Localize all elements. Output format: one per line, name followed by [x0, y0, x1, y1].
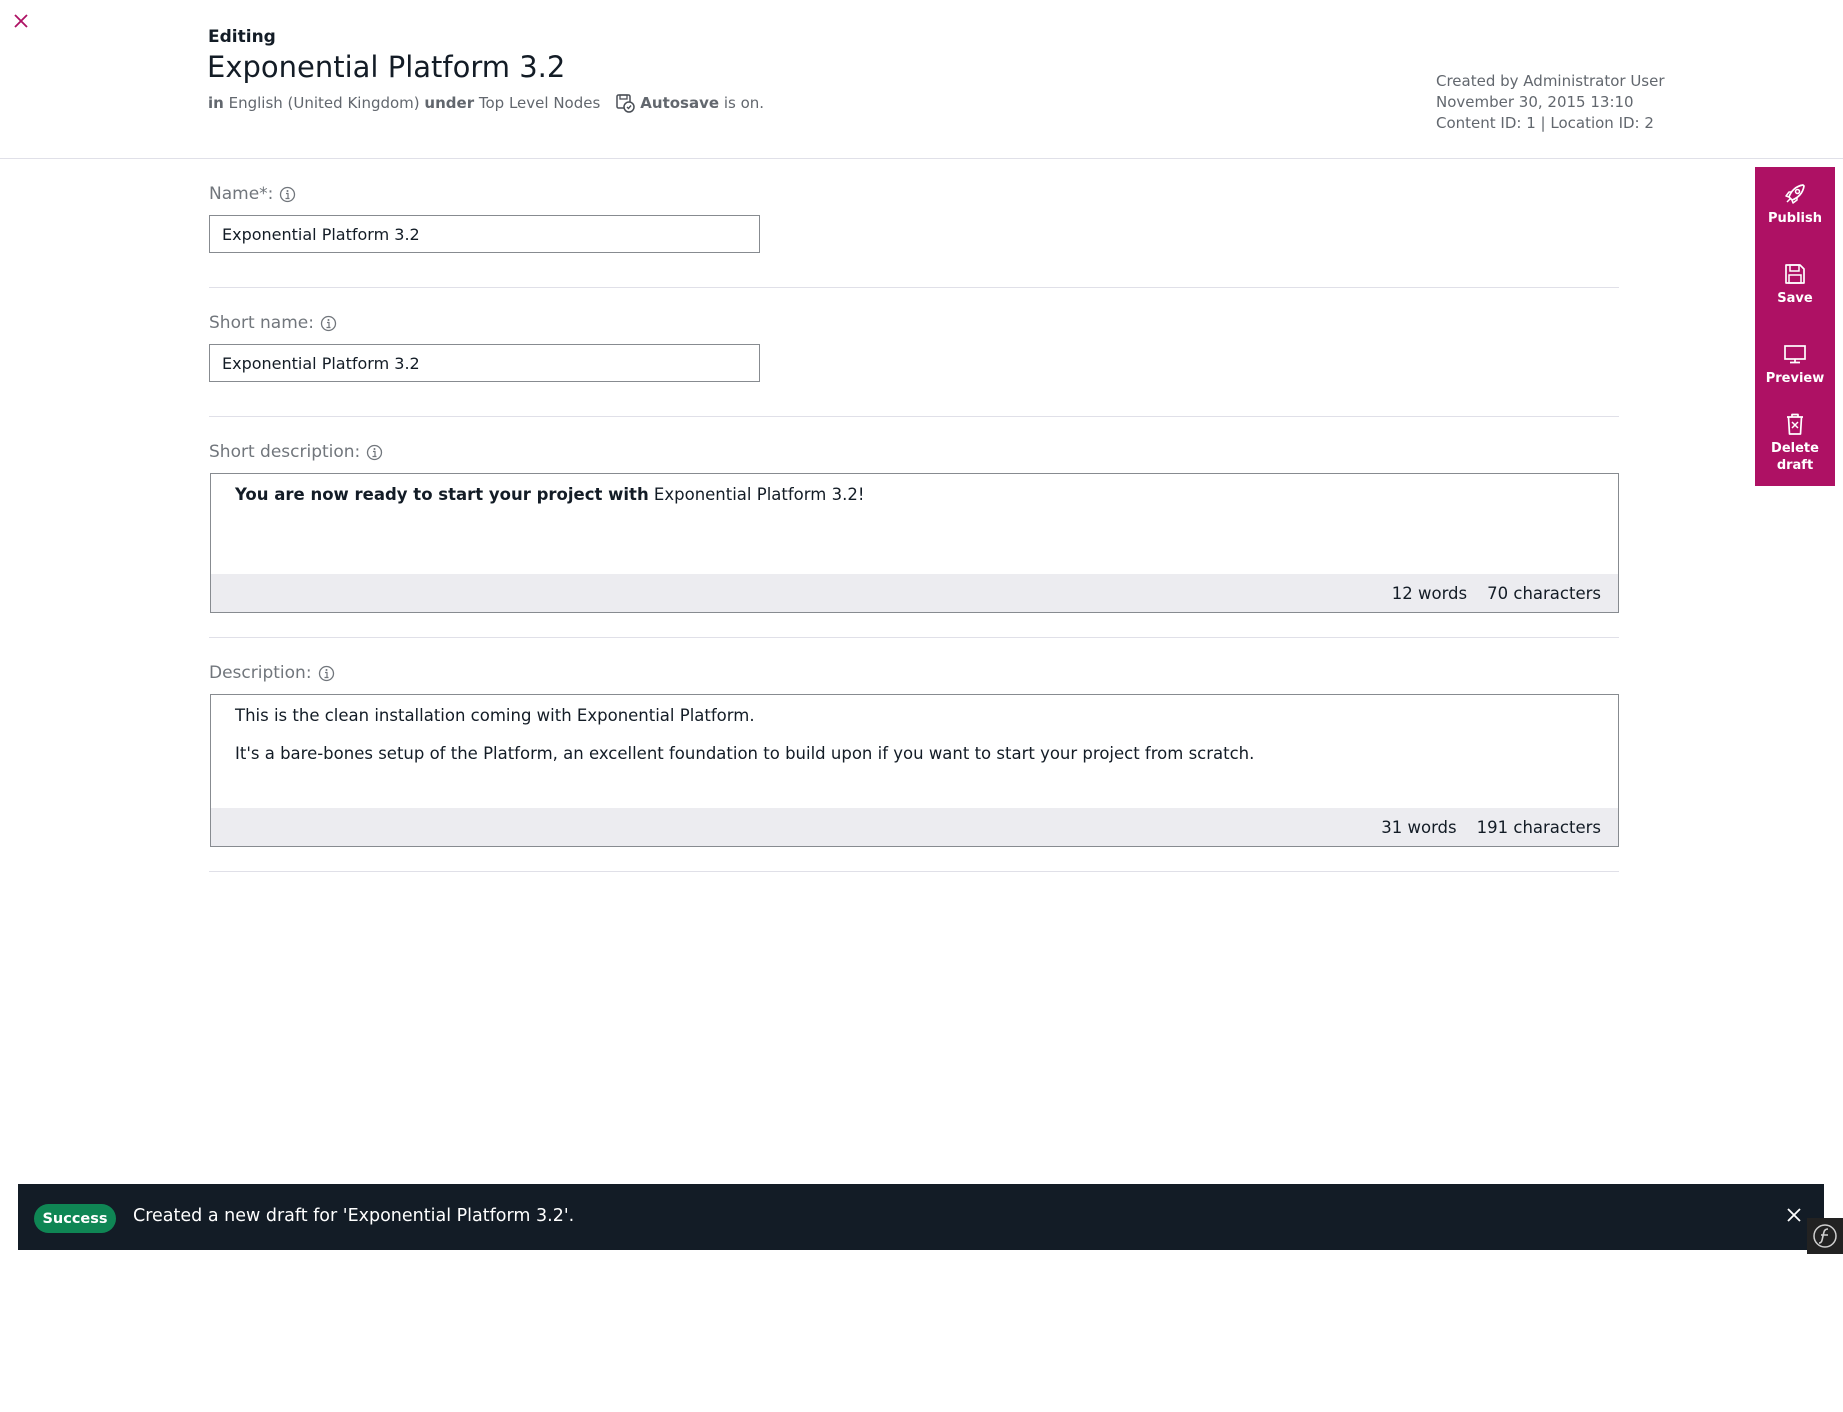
description-counter: 31 words 191 characters [211, 808, 1618, 846]
notification-message: Created a new draft for 'Exponential Pla… [133, 1206, 575, 1226]
created-date-text: November 30, 2015 13:10 [1436, 93, 1634, 111]
short-description-bold-text: You are now ready to start your project … [235, 485, 649, 504]
description-editor[interactable]: This is the clean installation coming wi… [210, 694, 1619, 847]
info-icon[interactable] [318, 665, 335, 682]
save-label: Save [1777, 291, 1813, 306]
autosave-icon [616, 94, 636, 113]
delete-label-line: Delete [1771, 441, 1819, 456]
close-notification-icon[interactable] [1782, 1203, 1806, 1227]
editing-label: Editing [208, 27, 276, 47]
notification-toast: Success Created a new draft for 'Exponen… [18, 1184, 1824, 1250]
trash-icon [1787, 413, 1803, 435]
symfony-icon[interactable] [1807, 1218, 1843, 1254]
page-title: Exponential Platform 3.2 [207, 50, 566, 84]
short-description-counter: 12 words 70 characters [211, 574, 1618, 612]
language-text: English (United Kingdom) [228, 94, 420, 112]
short-name-label-text: Short name: [209, 313, 314, 333]
short-description-content[interactable]: You are now ready to start your project … [211, 474, 1618, 504]
header-divider [0, 158, 1843, 159]
info-icon[interactable] [366, 444, 383, 461]
floppy-disk-icon [1785, 264, 1805, 284]
name-label-text: Name*: [209, 184, 274, 204]
short-description-label-text: Short description: [209, 442, 361, 462]
short-description-editor[interactable]: You are now ready to start your project … [210, 473, 1619, 613]
action-sidebar: Publish Save Preview Delete draft [1755, 167, 1835, 486]
field-divider [209, 416, 1619, 417]
short-description-text: Exponential Platform 3.2! [648, 485, 865, 504]
preview-label: Preview [1765, 371, 1825, 386]
rocket-icon [1785, 184, 1805, 204]
location-text: Top Level Nodes [478, 94, 601, 112]
delete-label-line: draft [1776, 458, 1814, 473]
field-divider [209, 287, 1619, 288]
monitor-icon [1784, 345, 1806, 364]
content-meta-line: in English (United Kingdom) under Top Le… [208, 92, 764, 114]
delete-draft-label: Delete draft [1755, 440, 1835, 474]
description-paragraph: This is the clean installation coming wi… [235, 706, 755, 725]
short-name-input[interactable] [209, 344, 760, 382]
publish-button[interactable]: Publish [1755, 181, 1835, 227]
close-editor-icon[interactable] [10, 10, 32, 32]
publish-label: Publish [1768, 211, 1822, 226]
name-label: Name*: [209, 184, 296, 204]
description-label: Description: [209, 663, 335, 683]
short-name-label: Short name: [209, 313, 337, 333]
content-ids-text: Content ID: 1 | Location ID: 2 [1436, 114, 1654, 132]
autosave-status: is on. [723, 94, 765, 112]
save-button[interactable]: Save [1755, 261, 1835, 307]
info-icon[interactable] [279, 186, 296, 203]
success-badge: Success [34, 1204, 116, 1233]
description-paragraph: It's a bare-bones setup of the Platform,… [235, 744, 1255, 763]
autosave-label: Autosave [640, 94, 720, 112]
field-divider [209, 637, 1619, 638]
field-divider [209, 871, 1619, 872]
character-count: 70 characters [1487, 583, 1601, 603]
info-icon[interactable] [320, 315, 337, 332]
delete-draft-button[interactable]: Delete draft [1755, 411, 1835, 474]
in-label: in [208, 94, 224, 112]
word-count: 31 words [1381, 817, 1457, 837]
created-by-text: Created by Administrator User [1436, 72, 1665, 90]
under-label: under [424, 94, 475, 112]
description-content[interactable]: This is the clean installation coming wi… [211, 695, 1618, 763]
short-description-label: Short description: [209, 442, 383, 462]
description-label-text: Description: [209, 663, 312, 683]
content-info-block: Created by Administrator User November 3… [1436, 71, 1665, 134]
character-count: 191 characters [1476, 817, 1601, 837]
word-count: 12 words [1391, 583, 1468, 603]
preview-button[interactable]: Preview [1755, 341, 1835, 387]
name-input[interactable] [209, 215, 760, 253]
